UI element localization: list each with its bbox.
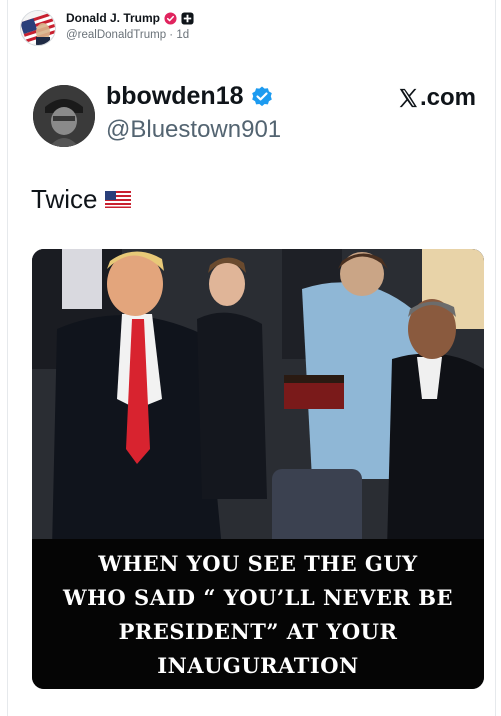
caption-line-1: WHEN YOU SEE THE GUY [98,551,418,576]
separator-dot: · [169,29,174,42]
us-flag-emoji-icon [105,191,132,208]
caption-line-3: PRESIDENT” AT YOUR [118,619,398,644]
meme-photo[interactable]: WHEN YOU SEE THE GUY WHO SAID “ YOU’LL N… [32,249,484,689]
author-avatar[interactable] [20,10,56,46]
flag-profile-avatar-icon [21,11,55,45]
verified-checkmark-icon [251,86,272,106]
verified-badge-icon [164,12,177,25]
post-header: Donald J. Trump @realDonaldTrump · 1d [20,10,194,52]
post-card[interactable]: Donald J. Trump @realDonaldTrump · 1d bb… [7,0,496,716]
author-name[interactable]: Donald J. Trump [66,11,160,25]
post-time[interactable]: 1d [176,29,189,41]
inauguration-photo-scene [32,249,484,549]
person-avatar-icon [33,85,95,147]
meme-caption: WHEN YOU SEE THE GUY WHO SAID “ YOU’LL N… [32,539,484,689]
embedded-name: bbowden18 [106,82,244,110]
embedded-handle: @Bluestown901 [106,116,282,143]
site-label: .com [419,84,476,111]
caption-line-4: INAUGURATION [157,653,359,678]
author-handle[interactable]: @realDonaldTrump [66,29,166,41]
caption-line-2: WHO SAID “ YOU’LL NEVER BE [63,585,453,610]
embedded-screenshot[interactable]: bbowden18 @Bluestown901 .com Twice WHEN … [31,72,491,702]
government-badge-icon [181,12,194,25]
embedded-tweet-text: Twice [31,184,98,214]
x-logo-icon [399,88,417,108]
x-com-watermark: .com [397,84,476,112]
embedded-avatar [33,85,95,147]
